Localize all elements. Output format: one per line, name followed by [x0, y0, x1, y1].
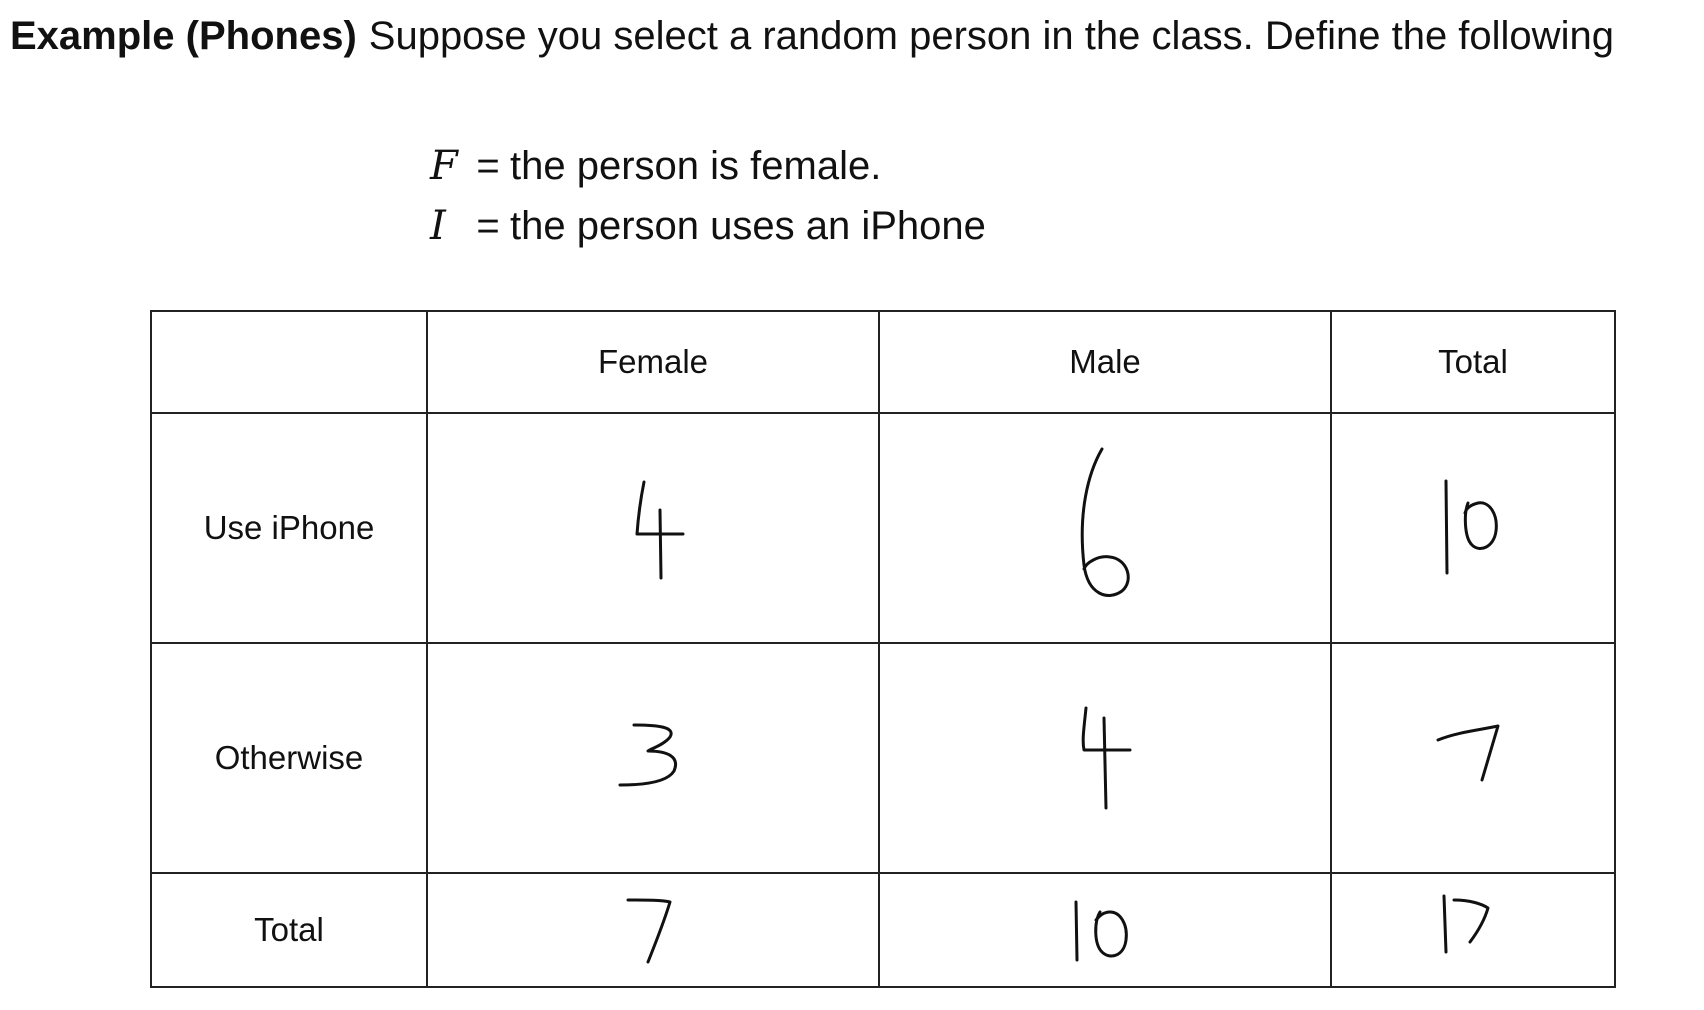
cell-iphone-female: 4 [426, 412, 880, 644]
table-row-total: Total 7 10 17 [150, 872, 1616, 988]
example-heading: Example (Phones) Suppose you select a ran… [10, 14, 1614, 59]
cell-otherwise-total: 7 [1330, 642, 1616, 874]
event-definitions: F = the person is female. I = the person use… [430, 136, 986, 256]
definition-i: I = the person uses an iPhone [430, 196, 986, 256]
handwritten-value: 4 [635, 480, 685, 580]
definition-equals: = [476, 204, 500, 248]
definition-variable: F [430, 143, 458, 189]
column-header-female: Female [426, 310, 880, 414]
cell-otherwise-male: 4 [878, 642, 1332, 874]
corner-cell [150, 310, 428, 414]
handwritten-value: 7 [626, 898, 672, 964]
definition-text: the person uses an iPhone [510, 204, 986, 248]
example-prompt: Suppose you select a random person in th… [368, 14, 1614, 58]
cell-total-grand: 17 [1330, 872, 1616, 988]
row-label-otherwise: Otherwise [150, 642, 428, 874]
handwritten-value: 3 [618, 723, 677, 787]
two-way-table: Female Male Total Use iPhone 4 6 10 Othe… [150, 310, 1616, 988]
definition-equals: = [476, 144, 500, 188]
column-header-total: Total [1330, 310, 1616, 414]
cell-total-female: 7 [426, 872, 880, 988]
handwritten-value: 10 [1444, 479, 1498, 575]
definition-f: F = the person is female. [430, 136, 986, 196]
cell-iphone-total: 10 [1330, 412, 1616, 644]
row-label-total: Total [150, 872, 428, 988]
cell-iphone-male: 6 [878, 412, 1332, 644]
handwritten-value: 4 [1081, 706, 1132, 810]
example-title: Example (Phones) [10, 14, 357, 58]
cell-otherwise-female: 3 [426, 642, 880, 874]
table-header-row: Female Male Total [150, 310, 1616, 414]
handwritten-value: 6 [1080, 447, 1130, 597]
table-row-otherwise: Otherwise 3 4 7 [150, 642, 1616, 874]
column-header-male: Male [878, 310, 1332, 414]
cell-total-male: 10 [878, 872, 1332, 988]
handwritten-value: 17 [1442, 894, 1490, 954]
definition-variable: I [430, 203, 446, 249]
row-label-use-iphone: Use iPhone [150, 412, 428, 644]
handwritten-value: 10 [1074, 900, 1128, 962]
definition-text: the person is female. [510, 144, 882, 188]
table-row-use-iphone: Use iPhone 4 6 10 [150, 412, 1616, 644]
handwritten-value: 7 [1436, 724, 1500, 782]
